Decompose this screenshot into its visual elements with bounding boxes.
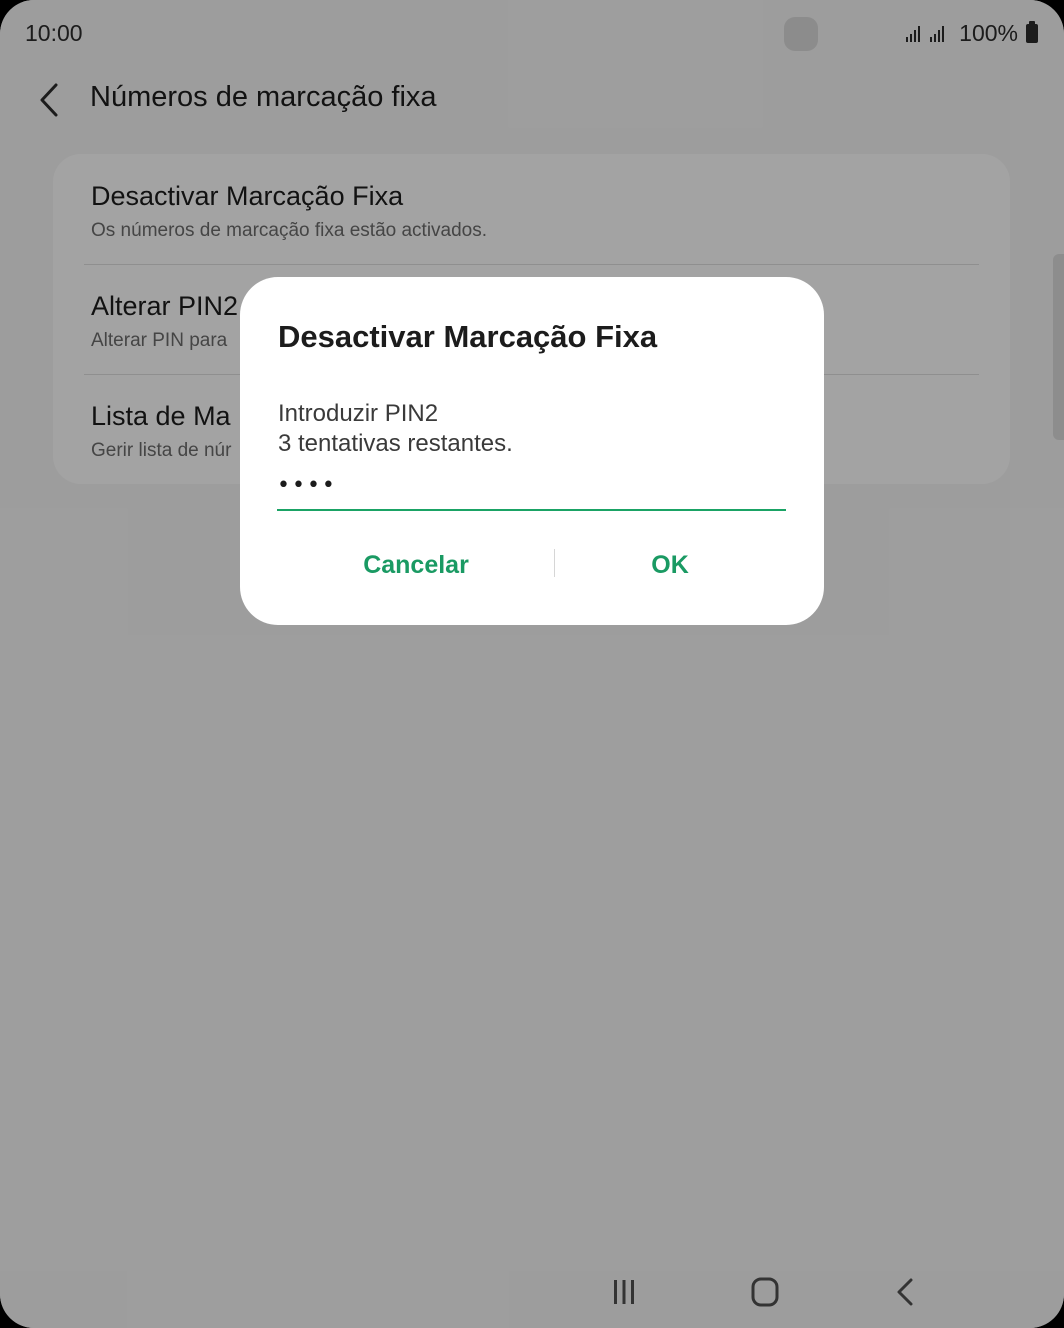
dialog-message: Introduzir PIN2 3 tentativas restantes. — [278, 399, 513, 459]
nav-back-icon[interactable] — [886, 1272, 926, 1312]
dialog-title: Desactivar Marcação Fixa — [278, 319, 658, 354]
pin2-dialog: Desactivar Marcação Fixa Introduzir PIN2… — [240, 277, 824, 625]
ok-button[interactable]: OK — [620, 545, 720, 585]
dialog-attempts: 3 tentativas restantes. — [278, 430, 513, 457]
recent-apps-icon[interactable] — [604, 1272, 644, 1312]
navigation-bar — [0, 1256, 1064, 1328]
phone-screen: 10:00 100% Números de marcação fixa Desa… — [0, 0, 1064, 1328]
pin2-input[interactable] — [277, 465, 786, 511]
home-icon[interactable] — [745, 1272, 785, 1312]
cancel-button[interactable]: Cancelar — [336, 545, 496, 585]
button-separator — [554, 549, 555, 577]
dialog-scrim[interactable] — [0, 0, 1064, 1328]
dialog-prompt: Introduzir PIN2 — [278, 400, 439, 427]
